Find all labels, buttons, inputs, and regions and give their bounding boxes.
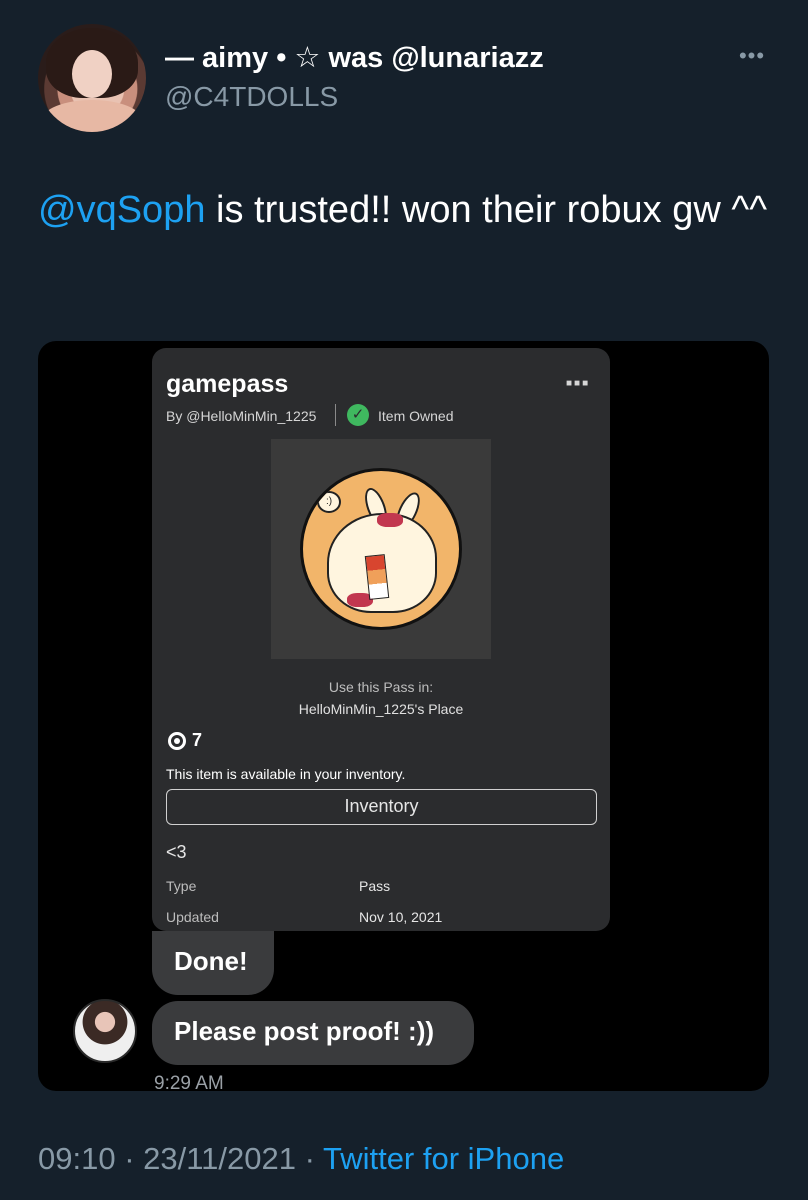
source-link[interactable]: Twitter for iPhone (323, 1141, 564, 1176)
bow-icon (377, 513, 403, 527)
tweet-footer: 09:10 · 23/11/2021 · Twitter for iPhone (38, 1141, 564, 1177)
creator-line: By @HelloMinMin_1225 (166, 408, 317, 424)
use-pass-label: Use this Pass in: (328, 679, 434, 695)
availability-text: This item is available in your inventory… (166, 766, 406, 782)
tweet-text: @vqSoph is trusted!! won their robux gw … (38, 183, 778, 237)
card-title: gamepass (166, 370, 289, 398)
chat-message: Please post proof! :)) (152, 1001, 474, 1065)
timestamp[interactable]: 09:10 · 23/11/2021 · (38, 1141, 323, 1176)
chat-time: 9:29 AM (154, 1073, 224, 1091)
avatar-face (72, 50, 112, 98)
inventory-button: Inventory (166, 789, 597, 825)
owned-label: Item Owned (378, 408, 454, 424)
avatar[interactable] (38, 24, 146, 132)
description: <3 (166, 842, 187, 862)
thought-bubble-icon: :) (317, 491, 341, 513)
dots-icon: ■■■ (566, 378, 591, 389)
handle[interactable]: @C4TDOLLS (165, 81, 338, 113)
media-image[interactable]: gamepass ■■■ By @HelloMinMin_1225 ✓ Item… (38, 341, 769, 1091)
avatar-shoulder (42, 100, 142, 132)
updated-value: Nov 10, 2021 (359, 909, 443, 925)
updated-label: Updated (166, 909, 219, 925)
gamepass-thumbnail: :) (271, 439, 491, 659)
robux-icon (168, 732, 186, 750)
chat-message: Done! (152, 931, 274, 995)
place-link: HelloMinMin_1225's Place (298, 701, 464, 717)
tweet-body: is trusted!! won their robux gw ^^ (205, 189, 768, 231)
gamepass-card: gamepass ■■■ By @HelloMinMin_1225 ✓ Item… (152, 348, 610, 931)
type-label: Type (166, 878, 197, 894)
type-value: Pass (359, 878, 391, 894)
check-icon: ✓ (347, 404, 369, 426)
bunny-image: :) (300, 468, 462, 630)
tweet: — aimy • ☆ was @lunariazz @C4TDOLLS ••• … (0, 0, 808, 1200)
mention-link[interactable]: @vqSoph (38, 189, 205, 231)
price: 7 (192, 730, 203, 750)
more-icon[interactable]: ••• (734, 44, 770, 68)
display-name[interactable]: — aimy • ☆ was @lunariazz (165, 40, 544, 75)
divider (335, 404, 336, 426)
chat-avatar (73, 999, 137, 1063)
